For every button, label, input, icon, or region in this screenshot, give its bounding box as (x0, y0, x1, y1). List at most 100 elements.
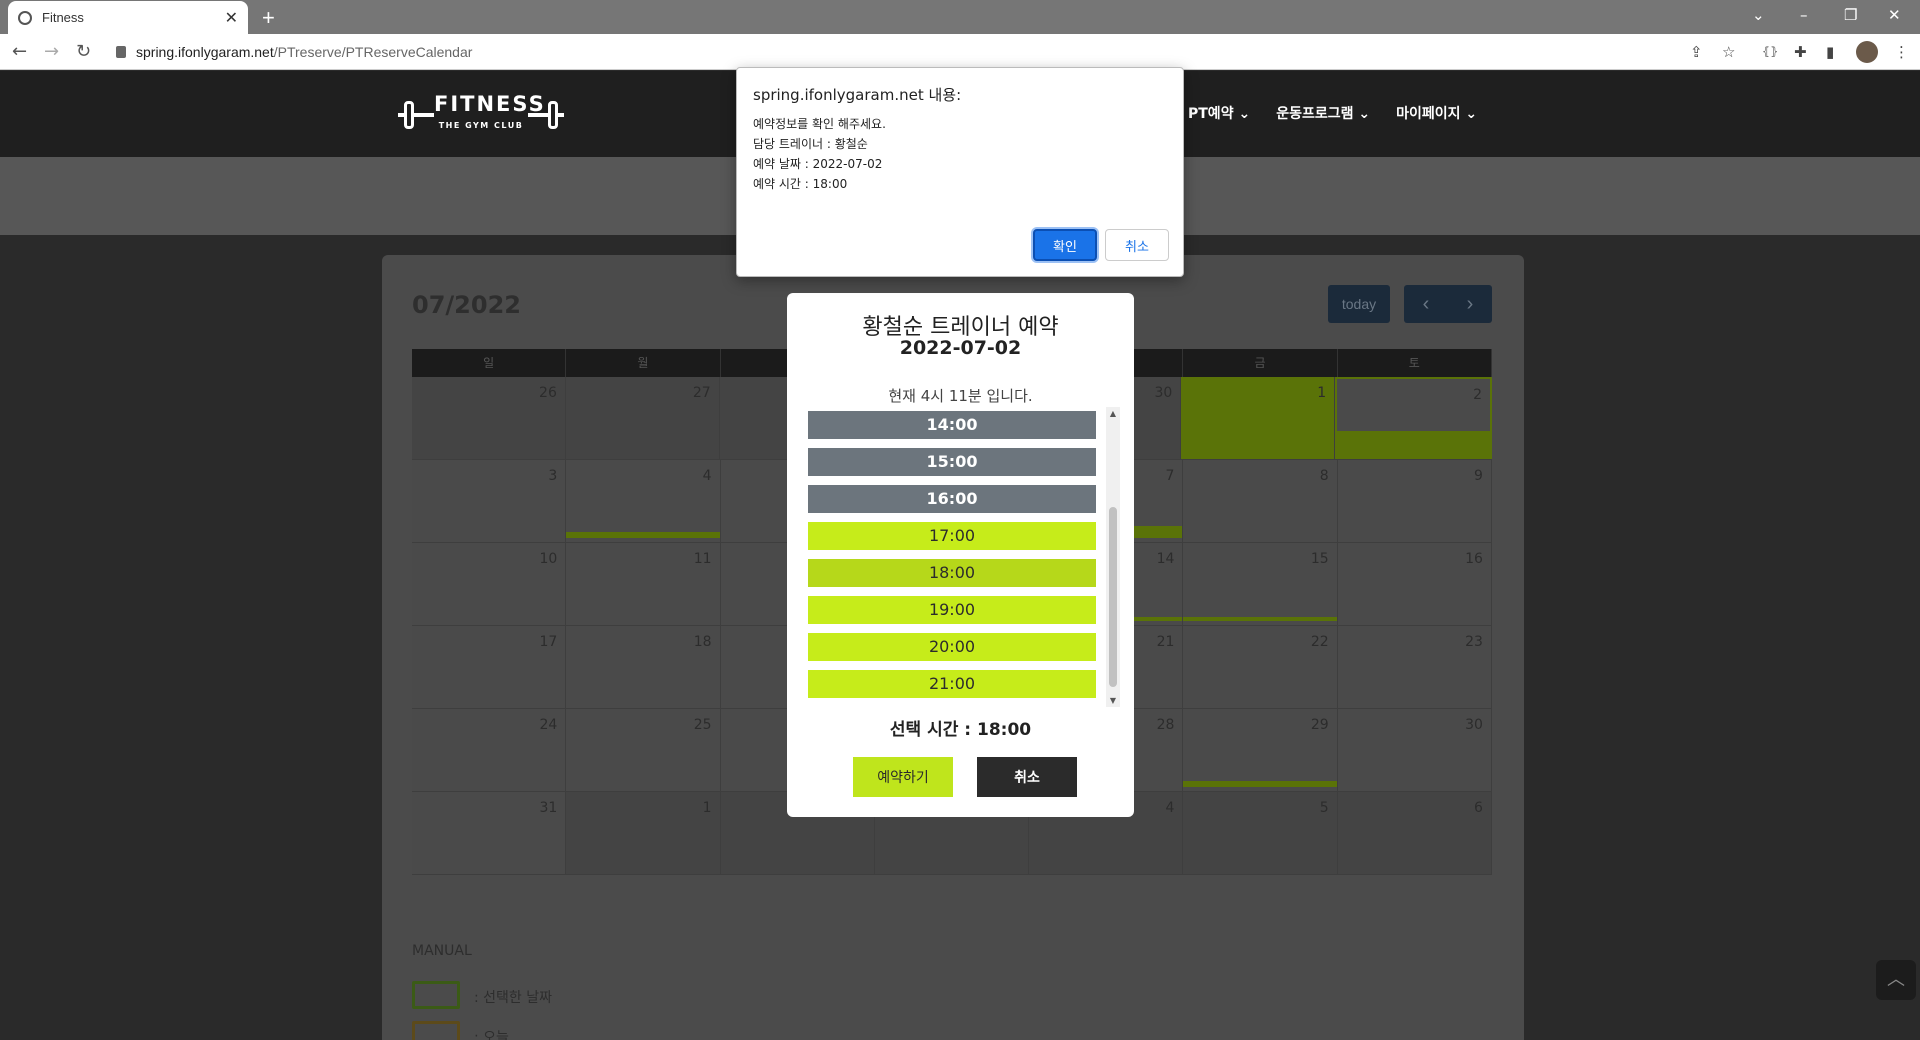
address-bar: ← → ↻ spring.ifonlygaram.net /PTreserve/… (0, 34, 1920, 70)
calendar-day[interactable]: 23 (1337, 626, 1492, 708)
scroll-up-icon[interactable]: ▲ (1106, 409, 1120, 418)
scroll-down-icon[interactable]: ▼ (1106, 696, 1120, 705)
day-number: 2 (1473, 387, 1483, 403)
calendar-day[interactable]: 31 (412, 792, 567, 874)
calendar-day[interactable]: 11 (566, 543, 721, 625)
event-bar[interactable] (1183, 781, 1337, 787)
back-icon[interactable]: ← (12, 41, 27, 62)
barbell-plate-left (404, 101, 414, 129)
fitness-logo[interactable]: FITNESS THE GYM CLUB (398, 91, 564, 139)
dialog-line: 예약정보를 확인 해주세요. (753, 117, 886, 131)
slot-scrollbar[interactable]: ▲ ▼ (1106, 407, 1120, 707)
calendar-day[interactable]: 24 (412, 709, 567, 791)
calendar-day-today[interactable]: 1 (1181, 377, 1336, 459)
calendar-day[interactable]: 29 (1183, 709, 1338, 791)
scrollbar-thumb[interactable] (1109, 507, 1117, 687)
legend-today-label: : 오늘 (474, 1030, 509, 1040)
bookmark-star-icon[interactable]: ☆ (1722, 43, 1735, 61)
calendar-day-selected[interactable]: 2 (1335, 377, 1493, 459)
calendar-day[interactable]: 6 (1337, 792, 1492, 874)
close-tab-icon[interactable]: ✕ (225, 8, 238, 27)
dialog-cancel-button[interactable]: 취소 (1105, 229, 1169, 261)
calendar-day[interactable]: 18 (566, 626, 721, 708)
day-number: 28 (1156, 717, 1175, 733)
share-icon[interactable]: ⇪ (1690, 43, 1703, 61)
day-number: 4 (702, 468, 712, 484)
weekday-mon: 월 (566, 349, 721, 377)
tab-fitness[interactable]: Fitness ✕ (8, 1, 248, 34)
puzzle-icon[interactable]: ✚ (1794, 43, 1807, 61)
calendar-day[interactable]: 4 (566, 460, 721, 542)
side-panel-icon[interactable]: ▮ (1826, 43, 1834, 61)
new-tab-button[interactable]: + (262, 5, 275, 31)
calendar-day[interactable]: 10 (412, 543, 567, 625)
legend-today-swatch (412, 1021, 460, 1040)
calendar-day[interactable]: 25 (566, 709, 721, 791)
reserve-button[interactable]: 예약하기 (853, 757, 953, 797)
legend-selected-label: : 선택한 날짜 (474, 990, 553, 1006)
calendar-day[interactable]: 30 (1337, 709, 1492, 791)
forward-icon[interactable]: → (44, 41, 59, 62)
time-slot[interactable]: 21:00 (808, 670, 1096, 698)
weekday-sun: 일 (412, 349, 567, 377)
day-number: 9 (1474, 468, 1483, 484)
tab-search-icon[interactable]: ⌄ (1752, 6, 1765, 24)
time-slot[interactable]: 17:00 (808, 522, 1096, 550)
lock-icon (116, 46, 126, 58)
calendar-day[interactable]: 27 (565, 377, 720, 459)
today-button[interactable]: today (1328, 285, 1390, 323)
dialog-ok-button[interactable]: 확인 (1033, 229, 1097, 261)
close-window-icon[interactable]: ✕ (1888, 6, 1901, 24)
minimize-icon[interactable]: – (1800, 6, 1808, 24)
next-month-button[interactable]: › (1448, 285, 1492, 323)
calendar-day[interactable]: 17 (412, 626, 567, 708)
tab-title: Fitness (42, 10, 84, 25)
menu-icon[interactable]: ⋮ (1894, 43, 1909, 61)
time-slot-list: 14:00 15:00 16:00 17:00 18:00 19:00 20:0… (808, 411, 1098, 707)
calendar-day[interactable]: 15 (1183, 543, 1338, 625)
profile-avatar[interactable] (1856, 41, 1878, 63)
restore-icon[interactable]: ❐ (1844, 6, 1857, 24)
calendar-day[interactable]: 3 (412, 460, 567, 542)
prev-month-button[interactable]: ‹ (1404, 285, 1448, 323)
day-number: 30 (1154, 385, 1173, 401)
day-number: 18 (693, 634, 712, 650)
time-slot[interactable]: 15:00 (808, 448, 1096, 476)
scroll-top-button[interactable]: ︿ (1876, 960, 1916, 1000)
nav-programs[interactable]: 운동프로그램 ⌄ (1276, 103, 1370, 123)
calendar-day[interactable]: 1 (566, 792, 721, 874)
event-bar[interactable] (566, 532, 720, 538)
calendar-day[interactable]: 9 (1337, 460, 1492, 542)
modal-cancel-button[interactable]: 취소 (977, 757, 1077, 797)
extension-icon[interactable]: ⦃⦄ (1762, 45, 1778, 58)
time-slot[interactable]: 19:00 (808, 596, 1096, 624)
reload-icon[interactable]: ↻ (76, 41, 91, 62)
calendar-day[interactable]: 22 (1183, 626, 1338, 708)
day-number: 15 (1310, 551, 1329, 567)
calendar-day[interactable]: 16 (1337, 543, 1492, 625)
time-slot[interactable]: 14:00 (808, 411, 1096, 439)
weekday-sat: 토 (1338, 349, 1492, 377)
url-path: /PTreserve/PTReserveCalendar (273, 44, 473, 60)
calendar-day[interactable]: 8 (1183, 460, 1338, 542)
event-bar[interactable] (1183, 617, 1337, 621)
day-number: 16 (1465, 551, 1483, 567)
selected-day-fill (1337, 431, 1491, 457)
day-number: 10 (539, 551, 558, 567)
day-number: 17 (539, 634, 558, 650)
time-slot[interactable]: 20:00 (808, 633, 1096, 661)
day-number: 31 (539, 800, 558, 816)
url-field[interactable]: spring.ifonlygaram.net /PTreserve/PTRese… (116, 40, 1896, 64)
calendar-day[interactable]: 26 (412, 377, 566, 459)
nav-mypage[interactable]: 마이페이지 ⌄ (1396, 103, 1477, 123)
main-nav: PT예약 ⌄ 운동프로그램 ⌄ 마이페이지 ⌄ (1188, 103, 1477, 123)
logo-word: FITNESS (434, 91, 546, 117)
day-number: 24 (539, 717, 558, 733)
nav-pt-reserve[interactable]: PT예약 ⌄ (1188, 103, 1250, 123)
time-slot-selected[interactable]: 18:00 (808, 559, 1096, 587)
calendar-day[interactable]: 5 (1183, 792, 1338, 874)
time-slot[interactable]: 16:00 (808, 485, 1096, 513)
day-number: 5 (1319, 800, 1329, 816)
day-number: 8 (1319, 468, 1329, 484)
day-number: 11 (693, 551, 712, 567)
